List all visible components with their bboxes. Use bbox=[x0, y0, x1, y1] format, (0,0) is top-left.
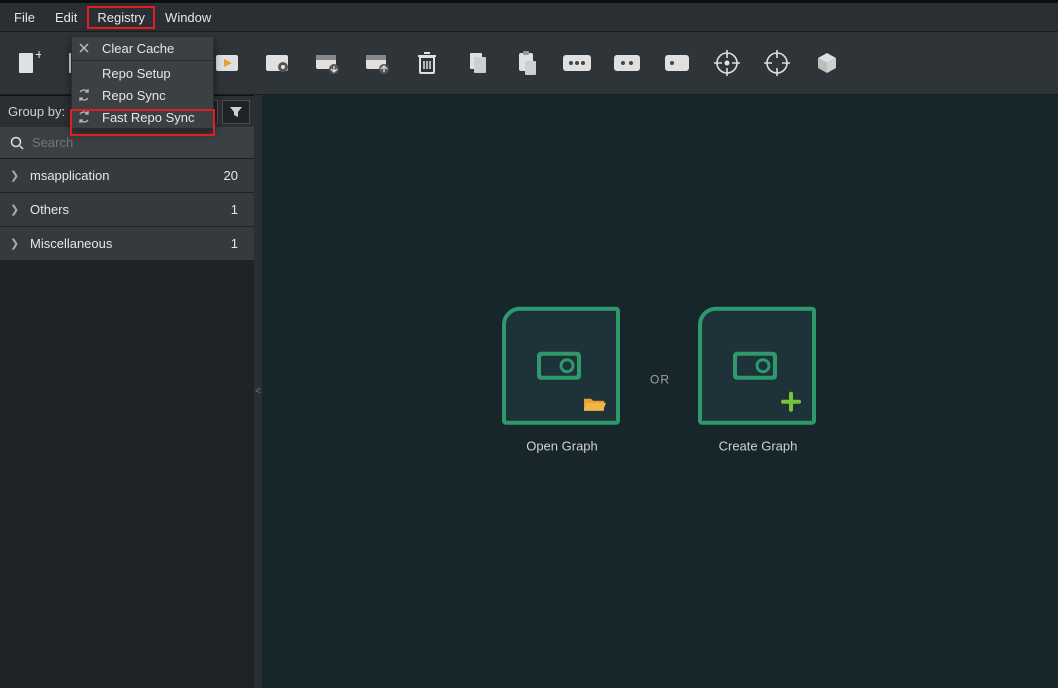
close-icon bbox=[74, 42, 94, 54]
graph-ticket-icon bbox=[533, 345, 589, 385]
category-msapplication[interactable]: ❯ msapplication 20 bbox=[0, 159, 254, 193]
sync-icon bbox=[74, 110, 94, 124]
canvas: Open Graph OR Create Graph bbox=[262, 95, 1058, 688]
chevron-right-icon: ❯ bbox=[10, 237, 20, 250]
welcome-actions: Open Graph OR Create Graph bbox=[502, 306, 818, 453]
filter-icon[interactable] bbox=[222, 100, 250, 124]
menu-edit[interactable]: Edit bbox=[45, 6, 87, 29]
category-others[interactable]: ❯ Others 1 bbox=[0, 193, 254, 227]
create-graph-label: Create Graph bbox=[698, 438, 818, 453]
cube-icon[interactable] bbox=[810, 46, 844, 80]
category-label: Miscellaneous bbox=[30, 236, 221, 251]
open-graph-card: Open Graph bbox=[502, 306, 622, 453]
chevron-right-icon: ❯ bbox=[10, 203, 20, 216]
groupby-label: Group by: bbox=[0, 104, 73, 119]
search-input[interactable] bbox=[32, 135, 244, 150]
menu-registry[interactable]: Registry bbox=[87, 6, 155, 29]
dropdown-item-label: Repo Setup bbox=[102, 66, 207, 81]
trash-icon[interactable] bbox=[410, 46, 444, 80]
new-document-icon[interactable]: + bbox=[10, 46, 44, 80]
sync-icon bbox=[74, 88, 94, 102]
dropdown-item-label: Clear Cache bbox=[102, 41, 207, 56]
category-count: 1 bbox=[231, 236, 244, 251]
open-graph-label: Open Graph bbox=[502, 438, 622, 453]
create-graph-card: Create Graph bbox=[698, 306, 818, 453]
search-row bbox=[0, 127, 254, 159]
dropdown-repo-setup[interactable]: Repo Setup bbox=[72, 62, 213, 84]
category-count: 20 bbox=[224, 168, 244, 183]
plus-icon bbox=[780, 390, 802, 412]
search-icon bbox=[10, 136, 24, 150]
ellipsis3-icon[interactable] bbox=[560, 46, 594, 80]
crosshair-icon[interactable] bbox=[760, 46, 794, 80]
svg-text:+: + bbox=[35, 49, 41, 62]
ellipsis1-icon[interactable] bbox=[660, 46, 694, 80]
paste-icon[interactable] bbox=[510, 46, 544, 80]
ellipsis2-icon[interactable] bbox=[610, 46, 644, 80]
splitter[interactable] bbox=[254, 95, 262, 688]
dropdown-repo-sync[interactable]: Repo Sync bbox=[72, 84, 213, 106]
dropdown-fast-repo-sync[interactable]: Fast Repo Sync bbox=[72, 106, 213, 128]
category-label: msapplication bbox=[30, 168, 214, 183]
or-label: OR bbox=[650, 373, 670, 387]
menu-file[interactable]: File bbox=[4, 6, 45, 29]
dropdown-item-label: Repo Sync bbox=[102, 88, 207, 103]
crosshair-dot-icon[interactable] bbox=[710, 46, 744, 80]
category-count: 1 bbox=[231, 202, 244, 217]
category-label: Others bbox=[30, 202, 221, 217]
window-down-icon[interactable] bbox=[310, 46, 344, 80]
sidebar: Group by: ❯ msapplication 20 ❯ Others 1 … bbox=[0, 95, 254, 688]
dropdown-clear-cache[interactable]: Clear Cache bbox=[72, 37, 213, 59]
chevron-right-icon: ❯ bbox=[10, 169, 20, 182]
window-up-icon[interactable] bbox=[360, 46, 394, 80]
category-miscellaneous[interactable]: ❯ Miscellaneous 1 bbox=[0, 227, 254, 261]
play-settings-icon[interactable] bbox=[210, 46, 244, 80]
menu-window[interactable]: Window bbox=[155, 6, 221, 29]
gear-settings-icon[interactable] bbox=[260, 46, 294, 80]
folder-open-icon bbox=[582, 394, 606, 412]
create-graph-button[interactable] bbox=[698, 306, 816, 424]
dropdown-item-label: Fast Repo Sync bbox=[102, 110, 207, 125]
open-graph-button[interactable] bbox=[502, 306, 620, 424]
copy-icon[interactable] bbox=[460, 46, 494, 80]
registry-dropdown: Clear Cache Repo Setup Repo Sync Fast Re… bbox=[71, 36, 214, 129]
menubar: File Edit Registry Window bbox=[0, 3, 1058, 31]
graph-ticket-icon bbox=[729, 345, 785, 385]
